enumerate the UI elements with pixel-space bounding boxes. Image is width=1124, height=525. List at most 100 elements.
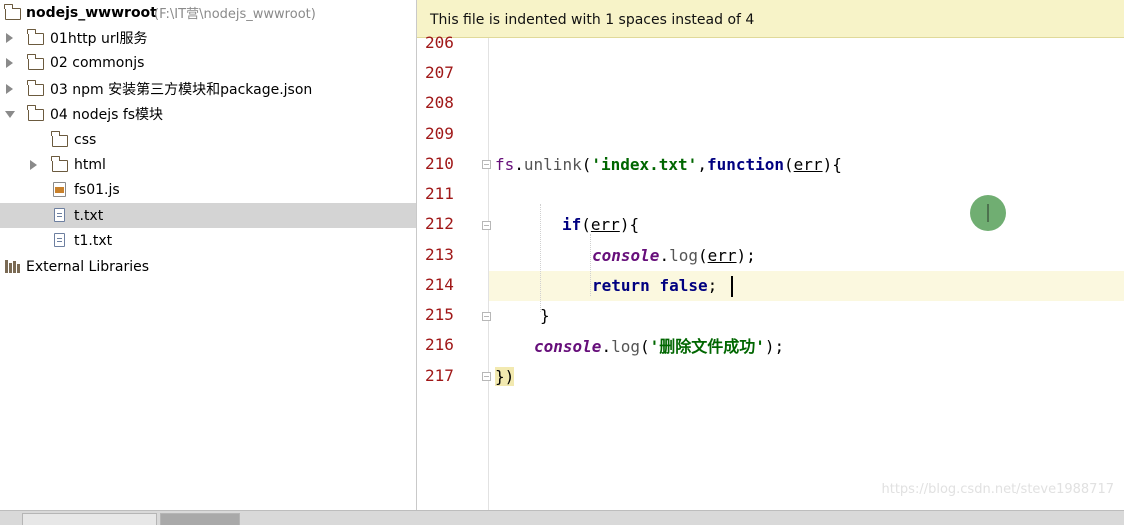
tree-item-04fs[interactable]: 04 nodejs fs模块 xyxy=(0,101,416,126)
code-token: log xyxy=(669,246,698,265)
code-token: ( xyxy=(697,246,708,265)
text-caret xyxy=(731,276,733,297)
code-token: ( xyxy=(784,155,794,174)
project-tree: nodejs_wwwroot (F:\IT营\nodejs_wwwroot) 0… xyxy=(0,0,417,510)
fold-marker-icon[interactable] xyxy=(482,312,491,321)
code-line-217[interactable]: }) xyxy=(495,362,515,392)
folder-icon xyxy=(51,156,68,172)
folder-icon xyxy=(27,80,44,96)
text-file-icon xyxy=(54,233,65,247)
line-number: 216 xyxy=(425,335,454,354)
line-number-gutter: 206 207 208 209 210 211 212 213 214 215 … xyxy=(417,33,491,510)
tree-item-02commonjs[interactable]: 02 commonjs xyxy=(0,50,416,75)
code-line-212[interactable]: if(err){ xyxy=(562,210,639,240)
collapse-arrow-icon[interactable] xyxy=(5,111,15,118)
code-token: . xyxy=(601,337,612,356)
expand-arrow-icon[interactable] xyxy=(6,84,13,94)
code-token: '删除文件成功' xyxy=(649,337,765,356)
text-file-icon xyxy=(54,208,65,222)
code-token: } xyxy=(540,306,550,325)
tree-item-03npm[interactable]: 03 npm 安装第三方模块和package.json xyxy=(0,76,416,101)
project-name: nodejs_wwwroot xyxy=(26,4,157,21)
tree-item-css[interactable]: css xyxy=(0,127,416,152)
indent-guide xyxy=(590,234,591,296)
code-token: log xyxy=(611,337,640,356)
tree-item-label: html xyxy=(74,156,106,173)
code-token: if xyxy=(562,215,582,234)
code-token: ( xyxy=(581,215,591,234)
expand-arrow-icon[interactable] xyxy=(30,160,37,170)
fold-marker-icon[interactable] xyxy=(482,372,491,381)
tree-item-label: External Libraries xyxy=(26,258,149,275)
code-token: false xyxy=(659,276,708,295)
line-number: 211 xyxy=(425,184,454,203)
code-line-213[interactable]: console.log(err); xyxy=(592,241,756,271)
code-token: ) xyxy=(619,215,630,234)
line-number: 217 xyxy=(425,366,454,385)
code-token: 'index.txt' xyxy=(591,155,698,174)
fold-marker-icon[interactable] xyxy=(482,221,491,230)
expand-arrow-icon[interactable] xyxy=(6,58,13,68)
expand-arrow-icon[interactable] xyxy=(6,33,13,43)
folder-icon xyxy=(27,54,44,70)
code-line-210[interactable]: fs.unlink('index.txt',function(err){ xyxy=(495,150,842,180)
line-number: 207 xyxy=(425,63,454,82)
library-icon xyxy=(5,260,20,273)
code-token: , xyxy=(697,155,707,174)
code-editor[interactable]: This file is indented with 1 spaces inst… xyxy=(417,0,1124,510)
line-number: 212 xyxy=(425,214,454,233)
tree-item-label: 04 nodejs fs模块 xyxy=(50,106,164,123)
code-token: return xyxy=(592,276,650,295)
code-token: function xyxy=(706,155,785,174)
code-token: err xyxy=(793,155,823,174)
tree-item-01http[interactable]: 01http url服务 xyxy=(0,25,416,50)
tree-item-label: t.txt xyxy=(74,207,104,224)
code-token: { xyxy=(832,155,842,174)
code-token: ) xyxy=(822,155,833,174)
code-token: ); xyxy=(736,246,756,265)
tree-item-label: fs01.js xyxy=(74,181,120,198)
code-token: err xyxy=(707,246,737,265)
line-number: 210 xyxy=(425,154,454,173)
code-token: ( xyxy=(639,337,650,356)
mouse-cursor-icon xyxy=(970,195,1006,231)
code-token: console xyxy=(534,337,602,356)
code-token: unlink xyxy=(523,155,582,174)
tree-item-label: 02 commonjs xyxy=(50,54,145,71)
folder-icon xyxy=(27,29,44,45)
editor-tab-active[interactable] xyxy=(160,513,240,525)
code-line-215[interactable]: } xyxy=(540,301,550,331)
line-number: 213 xyxy=(425,245,454,264)
fold-marker-icon[interactable] xyxy=(482,160,491,169)
code-token: err xyxy=(590,215,620,234)
tree-item-label: t1.txt xyxy=(74,232,113,249)
tree-item-external-libraries[interactable]: External Libraries xyxy=(0,254,416,279)
folder-icon xyxy=(51,131,68,147)
code-token: ( xyxy=(581,155,592,174)
code-token: ; xyxy=(707,276,718,295)
project-path: (F:\IT营\nodejs_wwwroot) xyxy=(154,7,316,22)
tree-item-html[interactable]: html xyxy=(0,152,416,177)
js-file-icon xyxy=(53,182,66,197)
line-number: 209 xyxy=(425,124,454,143)
project-root[interactable]: nodejs_wwwroot (F:\IT营\nodejs_wwwroot) xyxy=(0,0,416,25)
code-token: ); xyxy=(764,337,785,356)
line-number: 208 xyxy=(425,93,454,112)
folder-icon xyxy=(4,4,21,20)
tree-item-fs01js[interactable]: fs01.js xyxy=(0,177,416,202)
tree-item-label: 03 npm 安装第三方模块和package.json xyxy=(50,81,313,98)
code-token: { xyxy=(629,215,640,234)
tree-item-label: 01http url服务 xyxy=(50,30,148,47)
code-token: fs xyxy=(495,155,515,174)
code-line-214[interactable]: return false; xyxy=(592,271,717,301)
line-number: 215 xyxy=(425,305,454,324)
tree-item-ttxt[interactable]: t.txt xyxy=(0,203,416,228)
line-number: 214 xyxy=(425,275,454,294)
editor-tab[interactable] xyxy=(22,513,157,525)
code-token: }) xyxy=(495,367,515,386)
current-line-highlight xyxy=(489,271,1124,301)
code-token: . xyxy=(659,246,670,265)
tree-item-t1txt[interactable]: t1.txt xyxy=(0,228,416,253)
editor-tab-strip xyxy=(0,510,1124,525)
code-line-216[interactable]: console.log('删除文件成功'); xyxy=(534,332,784,362)
